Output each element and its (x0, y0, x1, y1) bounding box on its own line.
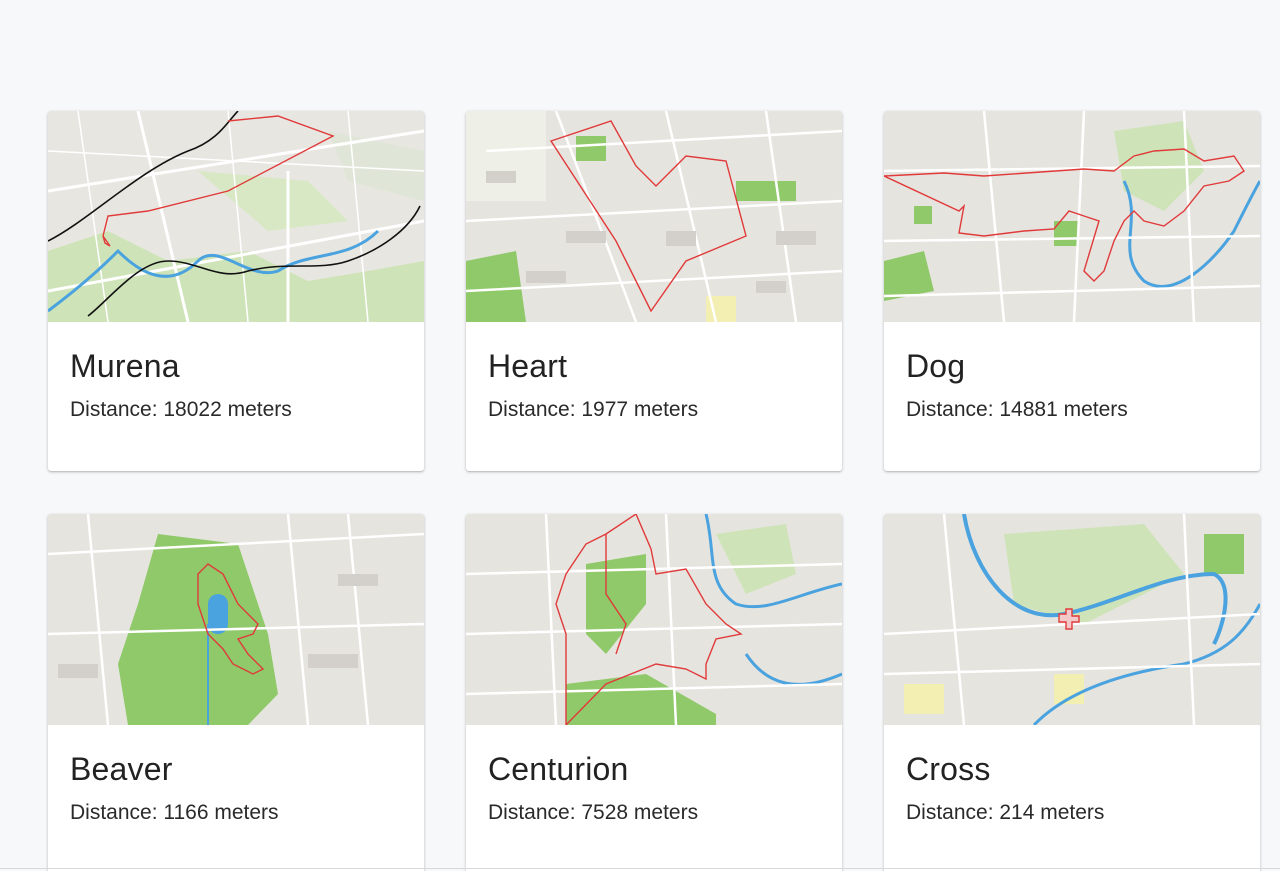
route-card-body: Heart Distance: 1977 meters (466, 322, 842, 424)
route-map-centurion[interactable] (466, 514, 842, 725)
route-title: Murena (70, 348, 180, 384)
route-card-murena[interactable]: Murena Distance: 18022 meters (48, 111, 424, 471)
route-title: Heart (488, 348, 568, 384)
route-map-cross[interactable] (884, 514, 1260, 725)
route-gallery-page: Murena Distance: 18022 meters Heart Dist… (0, 0, 1280, 871)
route-map-dog[interactable] (884, 111, 1260, 322)
route-card-body: Murena Distance: 18022 meters (48, 322, 424, 424)
route-card-body: Beaver Distance: 1166 meters (48, 725, 424, 827)
route-distance: Distance: 14881 meters (906, 398, 1128, 421)
route-card-body: Centurion Distance: 7528 meters (466, 725, 842, 827)
route-card-heart[interactable]: Heart Distance: 1977 meters (466, 111, 842, 471)
route-card-dog[interactable]: Dog Distance: 14881 meters (884, 111, 1260, 471)
route-title: Centurion (488, 751, 629, 787)
route-title: Beaver (70, 751, 173, 787)
route-distance: Distance: 1166 meters (70, 801, 279, 824)
route-card-centurion[interactable]: Centurion Distance: 7528 meters (466, 514, 842, 871)
route-map-murena[interactable] (48, 111, 424, 322)
route-map-heart[interactable] (466, 111, 842, 322)
viewport-bottom-divider (0, 868, 1280, 869)
route-card-cross[interactable]: Cross Distance: 214 meters (884, 514, 1260, 871)
route-card-grid: Murena Distance: 18022 meters Heart Dist… (48, 111, 1260, 871)
route-distance: Distance: 214 meters (906, 801, 1105, 824)
route-card-beaver[interactable]: Beaver Distance: 1166 meters (48, 514, 424, 871)
route-distance: Distance: 7528 meters (488, 801, 699, 824)
route-distance: Distance: 18022 meters (70, 398, 292, 421)
route-title: Cross (906, 751, 991, 787)
route-distance: Distance: 1977 meters (488, 398, 699, 421)
route-card-body: Cross Distance: 214 meters (884, 725, 1260, 827)
route-card-body: Dog Distance: 14881 meters (884, 322, 1260, 424)
route-title: Dog (906, 348, 966, 384)
route-map-beaver[interactable] (48, 514, 424, 725)
